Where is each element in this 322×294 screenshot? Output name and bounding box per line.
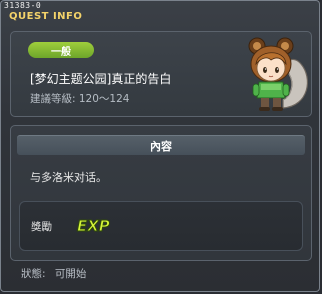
npc-squirrel-girl-icon: [248, 37, 309, 111]
difficulty-badge: 一般: [28, 42, 94, 58]
exp-icon: EXP: [77, 217, 111, 236]
quest-content-panel: 內容 与多洛米对话。 獎勵 EXP: [10, 125, 312, 261]
recommended-level: 建議等級: 120～124: [30, 93, 130, 105]
content-header: 內容: [17, 135, 305, 155]
window-title: QUEST INFO: [9, 11, 83, 22]
quest-objective-text: 与多洛米对话。: [30, 171, 107, 184]
window-id-label: 31383-0: [4, 1, 42, 10]
status-value: 可開始: [54, 268, 87, 280]
svg-text:EXP: EXP: [77, 217, 110, 235]
quest-info-window: 31383-0 QUEST INFO 一般 [梦幻主题公园]真正的告白 建議等級…: [0, 0, 320, 292]
status-label: 狀態:: [21, 268, 46, 280]
quest-title: [梦幻主题公园]真正的告白: [30, 72, 172, 86]
reward-box: 獎勵 EXP: [19, 201, 303, 251]
reward-label: 獎勵: [31, 221, 52, 233]
quest-summary-panel: 一般 [梦幻主题公园]真正的告白 建議等級: 120～124: [10, 31, 312, 117]
quest-status: 狀態: 可開始: [21, 266, 92, 281]
